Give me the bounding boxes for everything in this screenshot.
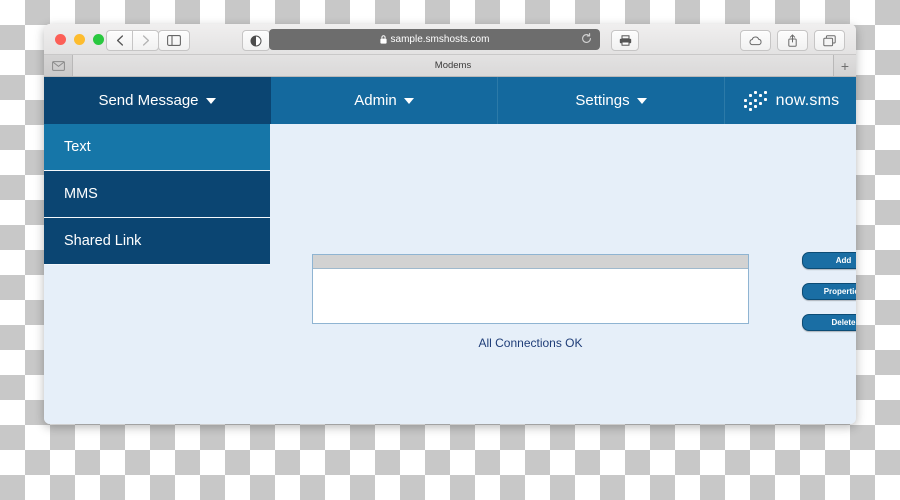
icloud-tabs-button[interactable] [740, 30, 771, 51]
maximize-window-button[interactable] [93, 34, 104, 45]
lock-icon [379, 35, 387, 44]
main-content: All Connections OK Add Properties Delete [270, 124, 856, 424]
chevron-down-icon [403, 97, 414, 104]
back-button[interactable] [106, 30, 132, 51]
show-all-tabs-button[interactable] [814, 30, 845, 51]
web-page: Send Message Admin Settings now.sms Text… [44, 77, 856, 424]
tab-title: Modems [434, 60, 472, 71]
privacy-report-button[interactable] [242, 30, 270, 51]
nav-item-admin[interactable]: Admin [271, 77, 498, 124]
modems-list-header [313, 255, 748, 269]
properties-button[interactable]: Properties [802, 283, 856, 300]
print-button[interactable] [611, 30, 639, 51]
close-window-button[interactable] [55, 34, 66, 45]
printer-icon [619, 35, 631, 46]
send-message-dropdown: Text MMS Shared Link [44, 124, 270, 265]
nav-item-settings[interactable]: Settings [498, 77, 725, 124]
show-all-tabs-icon [823, 34, 836, 46]
dropdown-item-label: Shared Link [64, 233, 142, 249]
share-button[interactable] [777, 30, 808, 51]
sidebar-toggle-icon [167, 35, 181, 46]
tab-bar: Modems + [44, 55, 856, 77]
address-bar[interactable]: sample.smshosts.com [269, 29, 600, 50]
add-button-label: Add [835, 256, 852, 265]
reload-button[interactable] [581, 33, 592, 47]
sidebar-toggle-button[interactable] [158, 30, 190, 51]
nav-item-label: Send Message [98, 92, 199, 109]
tab-modems[interactable]: Modems [73, 55, 834, 76]
dropdown-item-label: Text [64, 139, 91, 155]
new-tab-button[interactable]: + [834, 55, 856, 76]
privacy-shield-icon [250, 35, 262, 46]
chevron-down-icon [636, 97, 647, 104]
brand-logo-text: now.sms [775, 91, 840, 109]
mail-icon [51, 60, 65, 71]
connection-status-text: All Connections OK [478, 336, 583, 350]
dropdown-item-text[interactable]: Text [44, 124, 270, 171]
browser-toolbar: sample.smshosts.com [44, 24, 856, 55]
navigation-buttons [106, 30, 159, 51]
properties-button-label: Properties [823, 287, 856, 296]
nav-item-label: Admin [354, 92, 397, 109]
brand-logo[interactable]: now.sms [725, 77, 856, 124]
new-tab-label: + [840, 57, 850, 74]
share-icon [788, 34, 797, 47]
chevron-left-icon [116, 35, 123, 46]
window-controls [55, 34, 104, 45]
toolbar-right-buttons [740, 30, 845, 51]
modems-listbox[interactable] [312, 254, 749, 324]
minimize-window-button[interactable] [74, 34, 85, 45]
browser-window: sample.smshosts.com Modems + Send Messag… [44, 24, 856, 424]
delete-button-label: Delete [831, 318, 856, 327]
now-sms-dots-logo [742, 90, 768, 112]
chevron-down-icon [205, 97, 216, 104]
dropdown-item-mms[interactable]: MMS [44, 171, 270, 218]
reload-icon [582, 33, 591, 43]
cloud-icon [749, 36, 762, 45]
dropdown-item-label: MMS [64, 186, 98, 202]
nav-item-label: Settings [575, 92, 630, 109]
nav-item-send-message[interactable]: Send Message [44, 77, 271, 124]
modem-actions: Add Properties Delete [802, 252, 856, 331]
delete-button[interactable]: Delete [802, 314, 856, 331]
site-navbar: Send Message Admin Settings now.sms [44, 77, 856, 124]
mail-tab-button[interactable] [44, 55, 73, 76]
url-text: sample.smshosts.com [390, 34, 490, 45]
chevron-right-icon [142, 35, 149, 46]
add-button[interactable]: Add [802, 252, 856, 269]
dropdown-item-shared-link[interactable]: Shared Link [44, 218, 270, 265]
forward-button[interactable] [132, 30, 159, 51]
